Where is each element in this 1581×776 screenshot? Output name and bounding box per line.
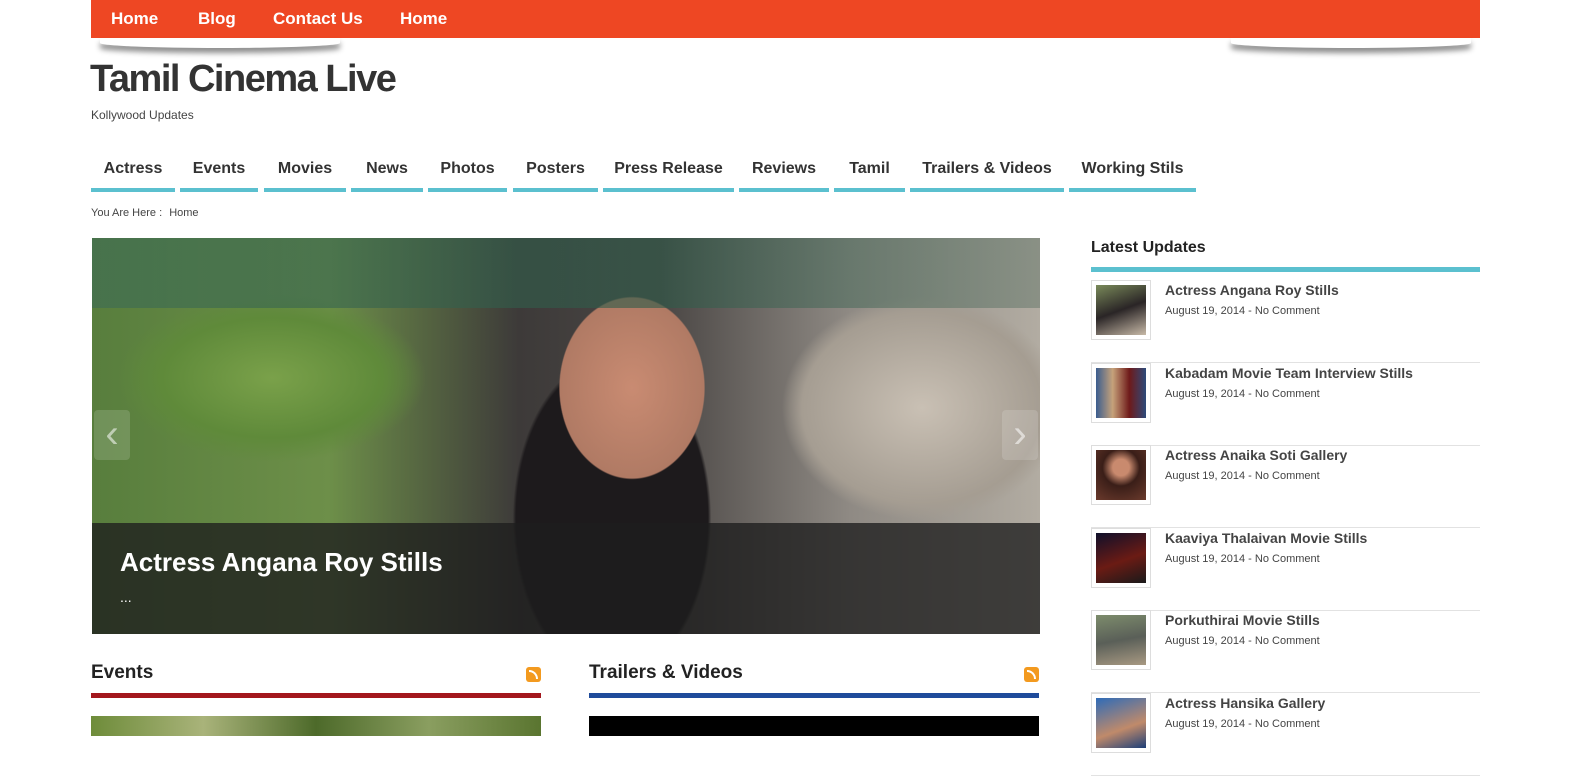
main-nav-news[interactable]: News	[351, 150, 423, 192]
site-title[interactable]: Tamil Cinema Live	[90, 58, 397, 101]
list-item-meta: August 19, 2014 - No Comment	[1165, 553, 1320, 565]
main-nav-posters[interactable]: Posters	[513, 150, 598, 192]
featured-slider[interactable]: ‹ › Actress Angana Roy Stills ...	[92, 238, 1040, 634]
main-nav-working-stils[interactable]: Working Stils	[1069, 150, 1196, 192]
main-nav-reviews[interactable]: Reviews	[739, 150, 829, 192]
top-nav-contact-us[interactable]: Contact Us	[273, 0, 363, 38]
top-nav-shadow	[100, 38, 1471, 52]
events-thumbnail[interactable]	[91, 716, 541, 736]
top-nav-home[interactable]: Home	[111, 0, 158, 38]
main-nav-events[interactable]: Events	[180, 150, 258, 192]
section-bar-trailers-videos	[589, 693, 1039, 698]
list-item[interactable]: Actress Angana Roy Stills August 19, 201…	[1091, 280, 1480, 363]
site-tagline: Kollywood Updates	[91, 108, 194, 122]
arrow-right-icon[interactable]: ›	[1002, 410, 1038, 460]
slider-title[interactable]: Actress Angana Roy Stills	[120, 547, 443, 578]
list-item-meta: August 19, 2014 - No Comment	[1165, 388, 1320, 400]
main-nav-movies[interactable]: Movies	[264, 150, 346, 192]
slider-image-background	[92, 238, 1040, 308]
top-nav-blog[interactable]: Blog	[198, 0, 236, 38]
main-nav-actress[interactable]: Actress	[91, 150, 175, 192]
list-item-meta: August 19, 2014 - No Comment	[1165, 635, 1320, 647]
trailers-thumbnail[interactable]	[589, 716, 1039, 736]
section-title-trailers-videos[interactable]: Trailers & Videos	[589, 662, 743, 684]
list-item-title[interactable]: Actress Hansika Gallery	[1165, 695, 1325, 711]
rss-icon[interactable]	[1024, 667, 1039, 682]
list-item[interactable]: Actress Anaika Soti Gallery August 19, 2…	[1091, 445, 1480, 528]
main-nav-press-release[interactable]: Press Release	[603, 150, 734, 192]
breadcrumb-home[interactable]: Home	[169, 207, 198, 219]
sidebar-title: Latest Updates	[1091, 239, 1206, 256]
main-nav-photos[interactable]: Photos	[428, 150, 507, 192]
list-item-meta: August 19, 2014 - No Comment	[1165, 470, 1320, 482]
page: Home Blog Contact Us Home Tamil Cinema L…	[0, 0, 1581, 776]
thumbnail[interactable]	[1091, 693, 1151, 753]
sidebar-title-bar	[1091, 267, 1480, 272]
thumbnail[interactable]	[1091, 280, 1151, 340]
main-nav-trailers-videos[interactable]: Trailers & Videos	[910, 150, 1064, 192]
rss-icon[interactable]	[526, 667, 541, 682]
thumbnail[interactable]	[1091, 610, 1151, 670]
thumbnail[interactable]	[1091, 363, 1151, 423]
list-item[interactable]: Porkuthirai Movie Stills August 19, 2014…	[1091, 610, 1480, 693]
thumbnail[interactable]	[1091, 445, 1151, 505]
list-item-meta: August 19, 2014 - No Comment	[1165, 305, 1320, 317]
breadcrumb-label: You Are Here :	[91, 207, 163, 219]
list-item-title[interactable]: Actress Anaika Soti Gallery	[1165, 447, 1347, 463]
slider-excerpt: ...	[120, 589, 132, 605]
list-item[interactable]: Kaaviya Thalaivan Movie Stills August 19…	[1091, 528, 1480, 611]
list-item-title[interactable]: Actress Angana Roy Stills	[1165, 282, 1339, 298]
list-item-title[interactable]: Porkuthirai Movie Stills	[1165, 612, 1320, 628]
slider-caption: Actress Angana Roy Stills ...	[92, 523, 1040, 634]
arrow-left-icon[interactable]: ‹	[94, 410, 130, 460]
list-item-meta: August 19, 2014 - No Comment	[1165, 718, 1320, 730]
breadcrumb: You Are Here : Home	[91, 207, 203, 219]
top-nav-home-2[interactable]: Home	[400, 0, 447, 38]
main-nav-tamil[interactable]: Tamil	[834, 150, 905, 192]
section-title-events[interactable]: Events	[91, 662, 153, 684]
top-navigation: Home Blog Contact Us Home	[91, 0, 1480, 38]
section-bar-events	[91, 693, 541, 698]
list-item[interactable]: Kabadam Movie Team Interview Stills Augu…	[1091, 363, 1480, 446]
list-item-title[interactable]: Kabadam Movie Team Interview Stills	[1165, 365, 1413, 381]
list-item-title[interactable]: Kaaviya Thalaivan Movie Stills	[1165, 530, 1367, 546]
thumbnail[interactable]	[1091, 528, 1151, 588]
